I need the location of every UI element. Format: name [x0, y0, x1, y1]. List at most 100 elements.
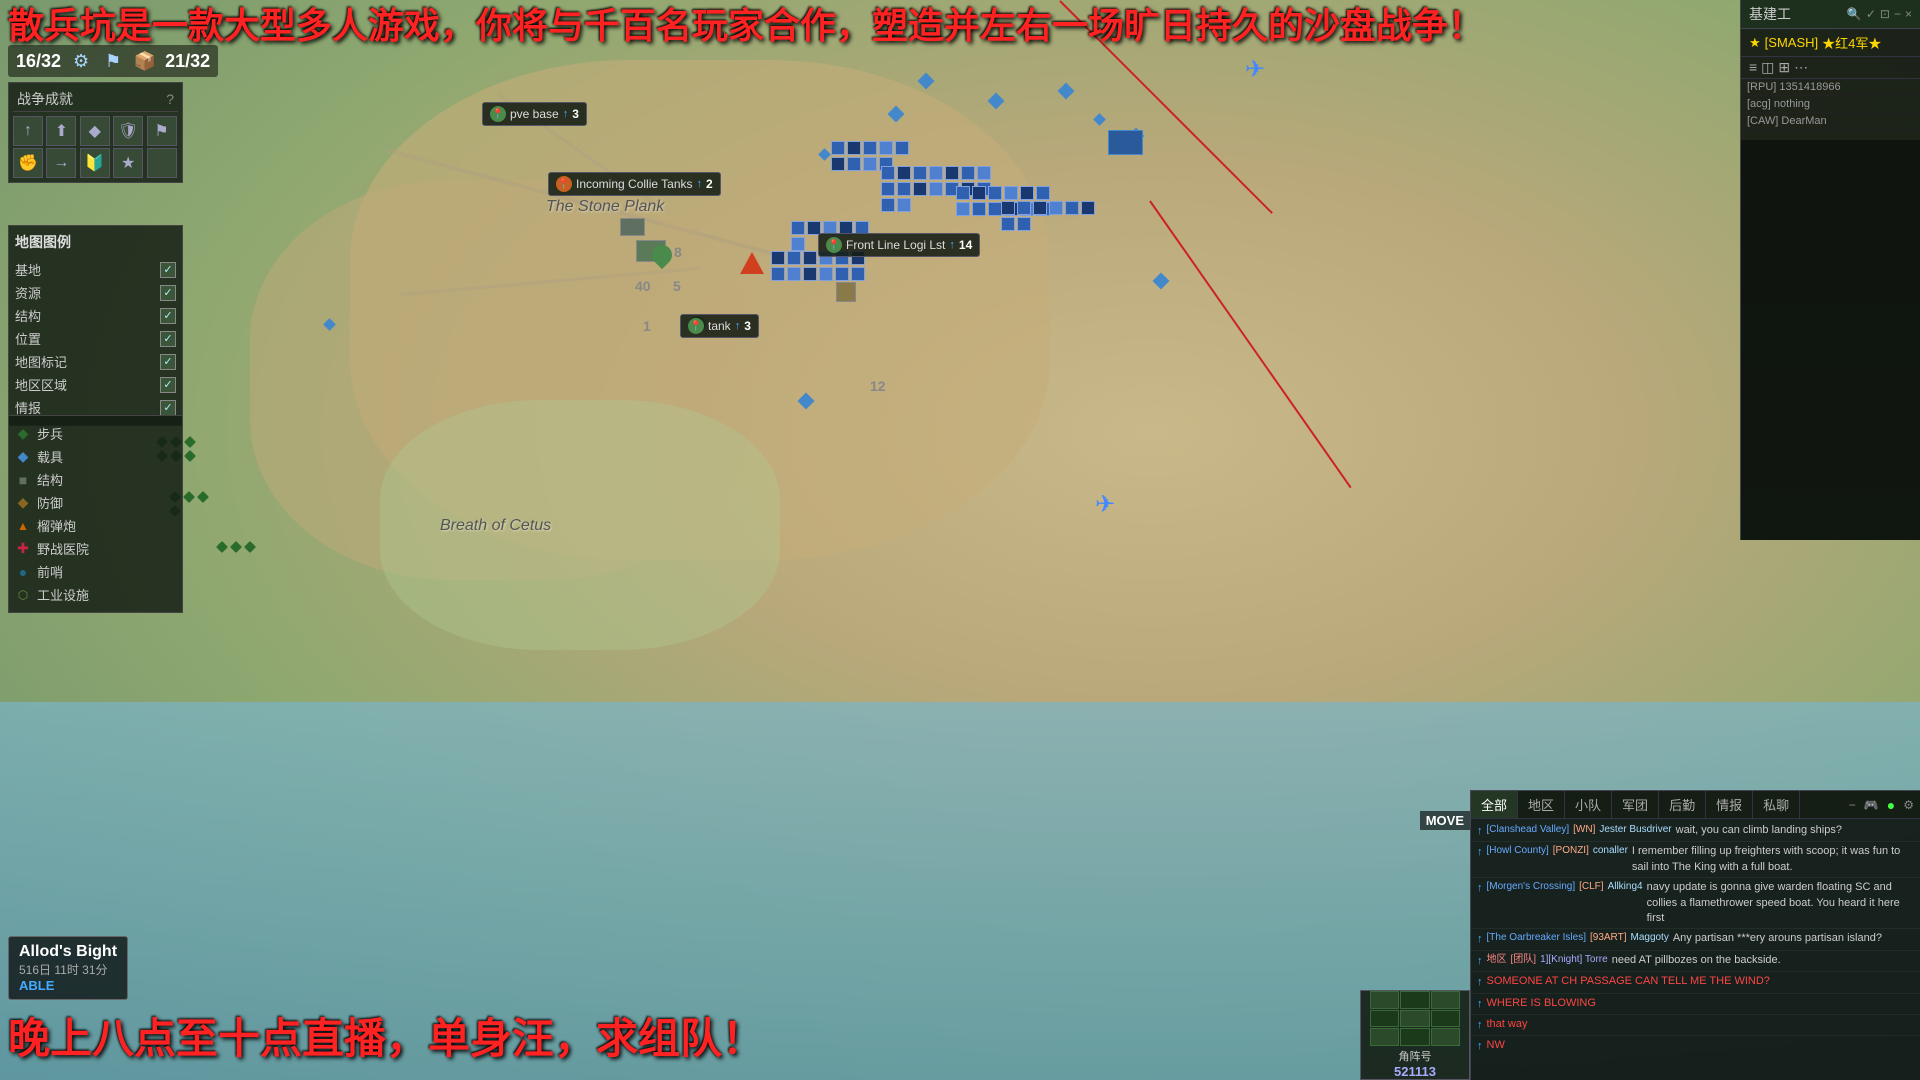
- map-number-8: 8: [674, 244, 682, 260]
- ach-icon-1[interactable]: ↑: [13, 116, 43, 146]
- legend-item-structure[interactable]: 结构 ✓: [15, 304, 176, 327]
- ach-icon-4[interactable]: 🛡: [113, 116, 143, 146]
- mini-cell-9: [1431, 1028, 1460, 1046]
- box-icon: 📦: [133, 49, 157, 73]
- chat-msg-1-content: I remember filling up freighters with sc…: [1632, 844, 1914, 875]
- chat-ctrl-minus[interactable]: −: [1847, 796, 1858, 814]
- chat-msg-0-faction: [WN]: [1573, 823, 1595, 837]
- marker-label-frontline: Front Line Logi Lst: [846, 238, 945, 252]
- unit-cluster-blue-4[interactable]: [1000, 200, 1100, 232]
- chat-msg-6: ↑ WHERE IS BLOWING: [1471, 994, 1920, 1015]
- ach-icon-3[interactable]: ◆: [80, 116, 110, 146]
- mini-cell-7: [1370, 1028, 1399, 1046]
- map-legend-title: 地图图例: [15, 232, 176, 252]
- legend-item-position[interactable]: 位置 ✓: [15, 327, 176, 350]
- faction-icon-btn-1[interactable]: ≡: [1749, 59, 1757, 76]
- chat-msg-1-faction: [PONZI]: [1553, 844, 1589, 858]
- legend-check-map-mark[interactable]: ✓: [160, 354, 176, 370]
- legend-check-base[interactable]: ✓: [160, 262, 176, 278]
- chat-tab-all[interactable]: 全部: [1471, 791, 1518, 818]
- legend-check-intel[interactable]: ✓: [160, 400, 176, 416]
- legend-item-region[interactable]: 地区区域 ✓: [15, 373, 176, 396]
- marker-count-collie: 2: [706, 177, 713, 191]
- legend-check-structure[interactable]: ✓: [160, 308, 176, 324]
- chat-msg-4-content: need AT pillbozes on the backside.: [1612, 953, 1781, 968]
- fuel-count: 16/32: [16, 51, 61, 72]
- chat-msg-1-location: [Howl County]: [1487, 844, 1549, 858]
- chat-msg-3-player: Maggoty: [1630, 931, 1668, 945]
- chat-msg-2-content: navy update is gonna give warden floatin…: [1647, 880, 1914, 926]
- chat-ctrl-discord[interactable]: 🎮: [1862, 796, 1881, 814]
- faction-icon-btn-4[interactable]: ⋯: [1794, 59, 1808, 76]
- chat-tab-intel[interactable]: 情报: [1706, 791, 1753, 818]
- marker-front-line[interactable]: 📍 Front Line Logi Lst ↑ 14: [818, 233, 980, 257]
- unit-name-infantry: 步兵: [37, 424, 63, 443]
- enemy-marker[interactable]: [740, 252, 764, 274]
- ach-icon-5[interactable]: ⚑: [147, 116, 177, 146]
- legend-item-map-mark[interactable]: 地图标记 ✓: [15, 350, 176, 373]
- player-entry-1: [RPU] 1351418966: [1741, 79, 1920, 96]
- chat-tab-logistics[interactable]: 后勤: [1659, 791, 1706, 818]
- war-achievement-help[interactable]: ?: [166, 91, 174, 107]
- marker-count-pve: 3: [572, 107, 579, 121]
- mini-map-number: 521113: [1394, 1064, 1436, 1079]
- legend-check-resource[interactable]: ✓: [160, 285, 176, 301]
- legend-item-resource[interactable]: 资源 ✓: [15, 281, 176, 304]
- mini-cell-1: [1370, 991, 1399, 1009]
- faction-icon-btn-2[interactable]: ◫: [1761, 59, 1774, 76]
- chat-msg-3-content: Any partisan ***ery arouns partisan isla…: [1673, 931, 1882, 946]
- unit-item-outpost: ● 前哨: [15, 560, 176, 583]
- chat-msg-2: ↑ [Morgen's Crossing] [CLF] Allking4 nav…: [1471, 878, 1920, 929]
- chat-msg-8-content: NW: [1487, 1038, 1505, 1053]
- chat-msg-6-arrow: ↑: [1477, 997, 1483, 1012]
- marker-label-pve: pve base: [510, 107, 559, 121]
- unit-name-industry: 工业设施: [37, 585, 89, 604]
- achievement-icons-row2: ✊ → 🔰 ★: [13, 148, 178, 178]
- unit-item-artillery: ▲ 榴弹炮: [15, 514, 176, 537]
- marker-pve-base[interactable]: 📍 pve base ↑ 3: [482, 102, 587, 126]
- chat-tab-private[interactable]: 私聊: [1753, 791, 1800, 818]
- chat-messages[interactable]: ↑ [Clanshead Valley] [WN] Jester Busdriv…: [1471, 819, 1920, 1054]
- diamond-3: [1058, 83, 1075, 100]
- ach-icon-8[interactable]: 🔰: [80, 148, 110, 178]
- marker-incoming-collie[interactable]: 📍 Incoming Collie Tanks ↑ 2: [548, 172, 721, 196]
- map-number-40: 40: [635, 278, 651, 294]
- chat-tab-region[interactable]: 地区: [1518, 791, 1565, 818]
- green-cluster-3[interactable]: [215, 540, 265, 554]
- legend-item-base[interactable]: 基地 ✓: [15, 258, 176, 281]
- location-date: 516日 11时 31分: [19, 961, 117, 978]
- map-structure-2[interactable]: [836, 282, 856, 302]
- ach-icon-7[interactable]: →: [46, 148, 76, 178]
- legend-label-base: 基地: [15, 260, 41, 279]
- marker-tank[interactable]: 📍 tank ↑ 3: [680, 314, 759, 338]
- chat-tab-controls: − 🎮 ● ⚙: [1843, 791, 1920, 818]
- legend-check-region[interactable]: ✓: [160, 377, 176, 393]
- chat-msg-7-content: that way: [1487, 1017, 1528, 1032]
- ach-icon-9[interactable]: ★: [113, 148, 143, 178]
- map-number-5: 5: [673, 278, 681, 294]
- chat-msg-2-faction: [CLF]: [1579, 880, 1603, 894]
- legend-check-position[interactable]: ✓: [160, 331, 176, 347]
- top-banner: 散兵坑是一款大型多人游戏，你将与千百名玩家合作，塑造并左右一场旷日持久的沙盘战争…: [0, 0, 1920, 51]
- ach-icon-10: [147, 148, 177, 178]
- map-structure-1[interactable]: [620, 218, 645, 236]
- chat-tab-squad[interactable]: 小队: [1565, 791, 1612, 818]
- faction-icon-row: ≡ ◫ ⊞ ⋯: [1741, 57, 1920, 79]
- ach-icon-2[interactable]: ⬆: [46, 116, 76, 146]
- chat-tab-army[interactable]: 军团: [1612, 791, 1659, 818]
- blue-structure-1[interactable]: [1108, 130, 1143, 155]
- unit-item-vehicle: ◆ 载具: [15, 445, 176, 468]
- diamond-2: [988, 93, 1005, 110]
- faction-icon-btn-3[interactable]: ⊞: [1778, 59, 1790, 76]
- diamond-6: [918, 73, 935, 90]
- chat-msg-4-player: 1][Knight] Torre: [1540, 953, 1608, 967]
- mini-map[interactable]: 角阵号 521113: [1360, 990, 1470, 1080]
- location-info-panel: Allod's Bight 516日 11时 31分 ABLE: [8, 936, 128, 1000]
- chat-ctrl-settings[interactable]: ⚙: [1901, 796, 1916, 814]
- unit-icon-vehicle: ◆: [15, 449, 31, 465]
- land-patch-3: [380, 400, 780, 650]
- ammo-count: 21/32: [165, 51, 210, 72]
- marker-count-tank: 3: [744, 319, 751, 333]
- ach-icon-6[interactable]: ✊: [13, 148, 43, 178]
- boundary-line-2: [1149, 200, 1351, 488]
